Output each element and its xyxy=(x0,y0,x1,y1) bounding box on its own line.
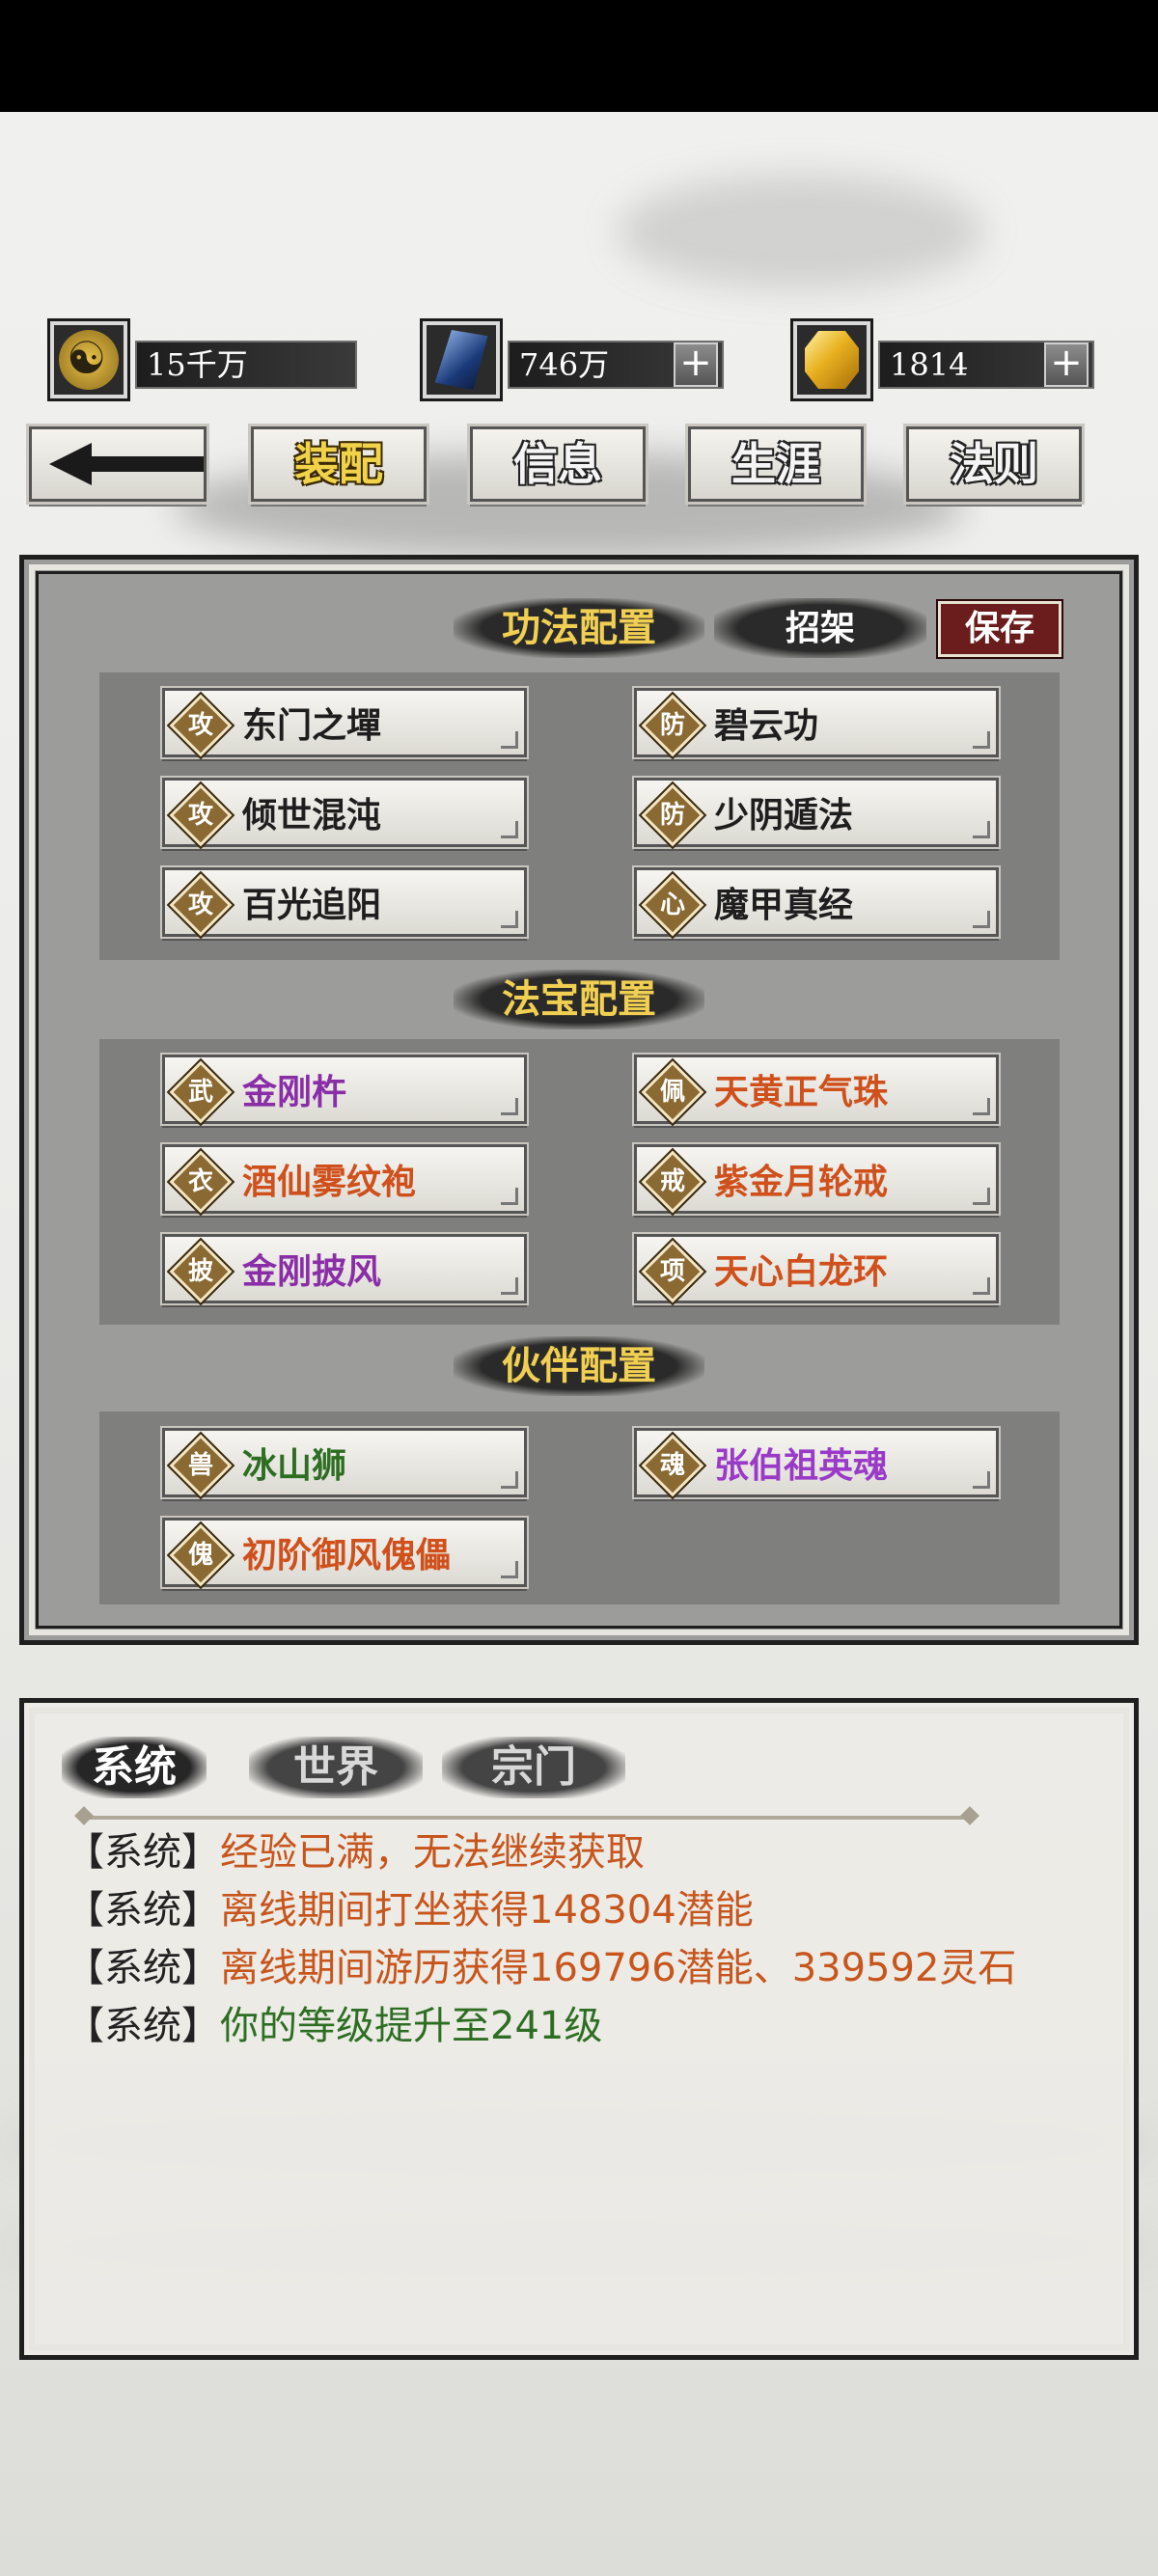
slot-item-name: 百光追阳 xyxy=(242,885,382,925)
slot-type-label: 攻 xyxy=(187,711,213,740)
slot-item-name: 张伯祖英魂 xyxy=(714,1445,889,1486)
tab-career[interactable]: 生涯 xyxy=(685,424,867,505)
corner-ornament xyxy=(973,911,990,928)
corner-ornament xyxy=(973,1188,990,1205)
slot-type-label: 魂 xyxy=(659,1451,685,1480)
corner-ornament xyxy=(501,731,518,749)
slot-type-label: 武 xyxy=(187,1078,213,1107)
chat-message: 【系统】离线期间游历获得169796潜能、339592灵石 xyxy=(66,1939,1069,1997)
chat-tab-world[interactable]: 世界 xyxy=(249,1737,423,1798)
corner-ornament xyxy=(973,1471,990,1489)
chat-message-text: 离线期间打坐获得148304潜能 xyxy=(220,1888,754,1932)
chat-divider xyxy=(83,1816,971,1820)
status-bar xyxy=(0,0,1158,112)
slot-item-name: 天黄正气珠 xyxy=(714,1072,889,1112)
chat-messages: 【系统】经验已满，无法继续获取 【系统】离线期间打坐获得148304潜能 【系统】离… xyxy=(66,1823,1069,2055)
currency-spirit-crystal: 746万 + xyxy=(420,318,724,401)
slot-type-label: 攻 xyxy=(187,801,213,830)
treasures-section-title: 法宝配置 xyxy=(454,970,704,1029)
corner-ornament xyxy=(501,911,518,928)
currency-yinyang: 15千万 xyxy=(47,318,357,401)
slot-item-name: 魔甲真经 xyxy=(714,885,854,925)
slot-type-label: 防 xyxy=(659,711,685,740)
save-button[interactable]: 保存 xyxy=(936,599,1063,659)
slot-item-name: 酒仙雾纹袍 xyxy=(242,1162,417,1202)
companion-slot[interactable]: 兽冰山狮 xyxy=(160,1426,529,1500)
skill-slot[interactable]: 心 魔甲真经 xyxy=(632,865,1001,940)
corner-ornament xyxy=(501,1098,518,1115)
tab-info[interactable]: 信息 xyxy=(467,424,648,505)
slot-item-name: 倾世混沌 xyxy=(242,795,382,836)
slot-type-label: 心 xyxy=(659,891,685,919)
slot-type-label: 兽 xyxy=(187,1451,213,1480)
chat-message: 【系统】你的等级提升至241级 xyxy=(66,1997,1069,2055)
add-gold-button[interactable]: + xyxy=(1044,343,1089,387)
slot-type-label: 防 xyxy=(659,801,685,830)
gold-ingot-icon xyxy=(790,318,873,401)
corner-ornament xyxy=(501,1471,518,1489)
slot-type-label: 衣 xyxy=(187,1167,213,1196)
slot-type-label: 佩 xyxy=(659,1078,685,1107)
block-tab[interactable]: 招架 xyxy=(714,598,926,658)
companions-section-title: 伙伴配置 xyxy=(454,1336,704,1396)
chat-channel-tag: 【系统】 xyxy=(66,2004,220,2048)
skill-slot[interactable]: 防少阴遁法 xyxy=(632,776,1001,850)
treasure-slot[interactable]: 披金刚披风 xyxy=(160,1232,529,1306)
treasure-slot[interactable]: 项天心白龙环 xyxy=(632,1232,1001,1306)
spirit-crystal-icon xyxy=(420,318,503,401)
slot-item-name: 紫金月轮戒 xyxy=(714,1162,889,1202)
yinyang-coin-icon xyxy=(47,318,130,401)
corner-ornament xyxy=(501,1188,518,1205)
skill-slot[interactable]: 攻 百光追阳 xyxy=(160,865,529,940)
chat-message-text: 离线期间游历获得169796潜能、339592灵石 xyxy=(220,1946,1017,1990)
slot-item-name: 金刚披风 xyxy=(242,1251,382,1292)
corner-ornament xyxy=(501,1561,518,1578)
corner-ornament xyxy=(973,1277,990,1295)
treasure-slot[interactable]: 戒紫金月轮戒 xyxy=(632,1142,1001,1217)
skills-section-title: 功法配置 xyxy=(454,598,704,658)
slot-type-label: 攻 xyxy=(187,891,213,919)
slot-item-name: 冰山狮 xyxy=(242,1445,347,1486)
skill-slot[interactable]: 攻东门之墠 xyxy=(160,686,529,760)
back-button[interactable] xyxy=(26,424,209,505)
currency-gold: 1814 + xyxy=(790,318,1094,401)
ink-mountain xyxy=(618,174,984,289)
slot-type-label: 戒 xyxy=(659,1167,685,1196)
slot-item-name: 碧云功 xyxy=(714,705,819,746)
currency-value: 15千万 xyxy=(135,341,357,389)
corner-ornament xyxy=(973,731,990,749)
slot-item-name: 少阴遁法 xyxy=(714,795,854,836)
tab-rules[interactable]: 法则 xyxy=(903,424,1085,505)
skill-slot[interactable]: 防碧云功 xyxy=(632,686,1001,760)
slot-item-name: 天心白龙环 xyxy=(714,1251,889,1292)
chat-message-text: 你的等级提升至241级 xyxy=(220,2004,603,2048)
chat-channel-tag: 【系统】 xyxy=(66,1830,220,1875)
corner-ornament xyxy=(501,1277,518,1295)
add-currency-button[interactable]: + xyxy=(674,343,718,387)
skill-slot[interactable]: 攻倾世混沌 xyxy=(160,776,529,850)
corner-ornament xyxy=(501,821,518,838)
tab-equip[interactable]: 装配 xyxy=(248,424,429,505)
companion-slot[interactable]: 傀初阶御风傀儡 xyxy=(160,1516,529,1590)
slot-item-name: 东门之墠 xyxy=(242,705,382,746)
corner-ornament xyxy=(973,1098,990,1115)
slot-item-name: 金刚杵 xyxy=(242,1072,347,1112)
chat-message: 【系统】离线期间打坐获得148304潜能 xyxy=(66,1881,1069,1939)
chat-tab-system[interactable]: 系统 xyxy=(62,1737,207,1798)
back-arrow-icon xyxy=(49,443,204,485)
slot-type-label: 傀 xyxy=(187,1541,213,1570)
companion-slot[interactable]: 魂张伯祖英魂 xyxy=(632,1426,1001,1500)
slot-item-name: 初阶御风傀儡 xyxy=(242,1535,452,1576)
corner-ornament xyxy=(973,821,990,838)
chat-channel-tag: 【系统】 xyxy=(66,1946,220,1990)
chat-channel-tag: 【系统】 xyxy=(66,1888,220,1932)
treasure-slot[interactable]: 武金刚杵 xyxy=(160,1053,529,1127)
treasure-slot[interactable]: 佩天黄正气珠 xyxy=(632,1053,1001,1127)
chat-tab-sect[interactable]: 宗门 xyxy=(442,1737,625,1798)
slot-type-label: 项 xyxy=(659,1257,685,1286)
chat-message-text: 经验已满，无法继续获取 xyxy=(220,1830,645,1875)
treasure-slot[interactable]: 衣酒仙雾纹袍 xyxy=(160,1142,529,1217)
chat-message: 【系统】经验已满，无法继续获取 xyxy=(66,1823,1069,1881)
slot-type-label: 披 xyxy=(187,1257,213,1286)
